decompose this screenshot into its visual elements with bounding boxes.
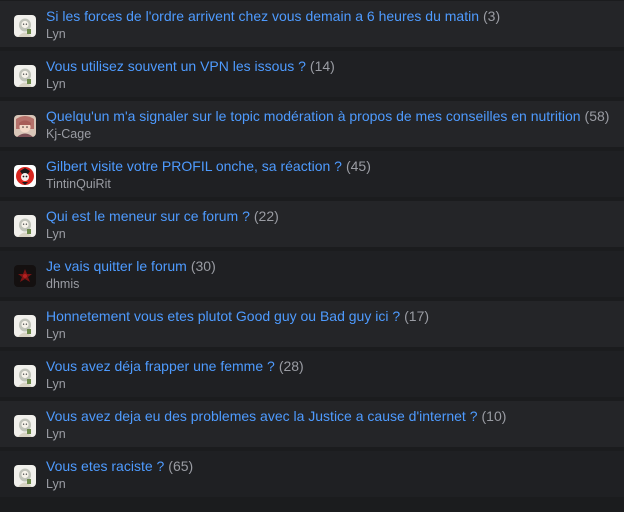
dark-avatar-icon[interactable] (14, 265, 36, 287)
topic-author[interactable]: Lyn (46, 326, 66, 342)
topic-row[interactable]: Gilbert visite votre PROFIL onche, sa ré… (0, 151, 624, 198)
topic-title-link[interactable]: Vous etes raciste ? (46, 458, 164, 474)
topic-title-link[interactable]: Vous avez déja frapper une femme ? (46, 358, 275, 374)
topic-author[interactable]: dhmis (46, 276, 79, 292)
topic-title-link[interactable]: Je vais quitter le forum (46, 258, 187, 274)
default-avatar-icon[interactable] (14, 215, 36, 237)
reply-count: (22) (253, 208, 279, 224)
topic-row[interactable]: Je vais quitter le forum (30) dhmis (0, 251, 624, 298)
topic-row[interactable]: Vous avez déja frapper une femme ? (28) L… (0, 351, 624, 398)
default-avatar-icon[interactable] (14, 65, 36, 87)
topic-author[interactable]: Lyn (46, 226, 66, 242)
topic-author[interactable]: Kj-Cage (46, 126, 91, 142)
reply-count: (30) (190, 258, 216, 274)
reply-count: (10) (481, 408, 507, 424)
topic-author[interactable]: Lyn (46, 76, 66, 92)
topic-title-link[interactable]: Vous avez deja eu des problemes avec la … (46, 408, 478, 424)
topic-row[interactable]: Quelqu'un m'a signaler sur le topic modé… (0, 101, 624, 148)
reply-count: (28) (278, 358, 304, 374)
topic-row[interactable]: Vous avez deja eu des problemes avec la … (0, 401, 624, 448)
topic-title-link[interactable]: Quelqu'un m'a signaler sur le topic modé… (46, 108, 581, 124)
topic-author[interactable]: Lyn (46, 376, 66, 392)
reply-count: (17) (404, 308, 430, 324)
reply-count: (14) (309, 58, 335, 74)
topic-title-link[interactable]: Si les forces de l'ordre arrivent chez v… (46, 8, 479, 24)
default-avatar-icon[interactable] (14, 465, 36, 487)
red-avatar-icon[interactable] (14, 165, 36, 187)
anime-avatar-icon[interactable] (14, 115, 36, 137)
reply-count: (45) (345, 158, 371, 174)
reply-count: (3) (483, 8, 501, 24)
topic-row[interactable]: Si les forces de l'ordre arrivent chez v… (0, 1, 624, 48)
topic-row[interactable]: Honnetement vous etes plutot Good guy ou… (0, 301, 624, 348)
default-avatar-icon[interactable] (14, 365, 36, 387)
default-avatar-icon[interactable] (14, 415, 36, 437)
topic-author[interactable]: TintinQuiRit (46, 176, 111, 192)
topic-author[interactable]: Lyn (46, 26, 66, 42)
topic-title-link[interactable]: Vous utilisez souvent un VPN les issous … (46, 58, 306, 74)
topic-author[interactable]: Lyn (46, 476, 66, 492)
reply-count: (58) (584, 108, 610, 124)
topic-list: Si les forces de l'ordre arrivent chez v… (0, 0, 624, 512)
topic-title-link[interactable]: Qui est le meneur sur ce forum ? (46, 208, 250, 224)
topic-author[interactable]: Lyn (46, 426, 66, 442)
default-avatar-icon[interactable] (14, 315, 36, 337)
topic-row[interactable]: Vous utilisez souvent un VPN les issous … (0, 51, 624, 98)
topic-title-link[interactable]: Honnetement vous etes plutot Good guy ou… (46, 308, 400, 324)
topic-row[interactable]: Vous etes raciste ? (65) Lyn (0, 451, 624, 498)
topic-row[interactable]: Qui est le meneur sur ce forum ? (22) Lyn (0, 201, 624, 248)
default-avatar-icon[interactable] (14, 15, 36, 37)
reply-count: (65) (168, 458, 194, 474)
topic-title-link[interactable]: Gilbert visite votre PROFIL onche, sa ré… (46, 158, 342, 174)
